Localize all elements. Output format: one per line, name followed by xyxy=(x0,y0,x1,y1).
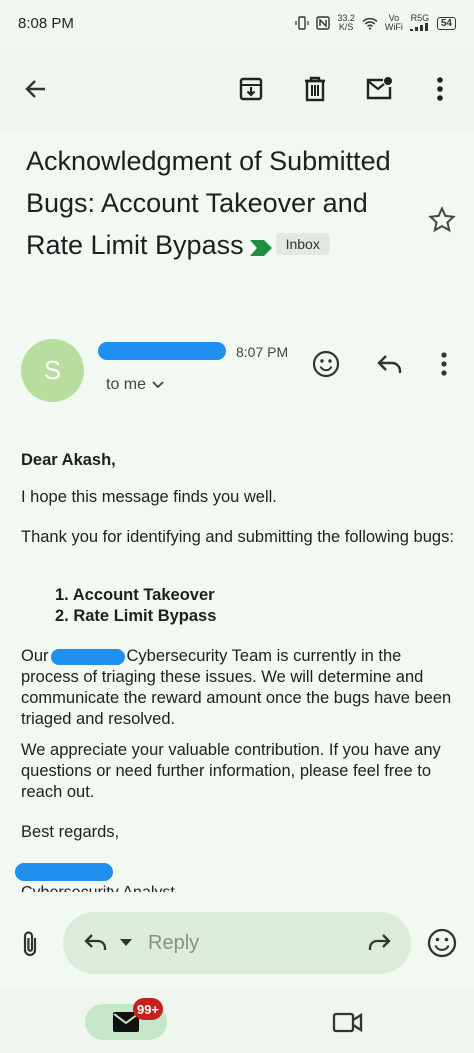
net-speed: 33.2 K/S xyxy=(337,14,355,32)
volte-bottom: WiFi xyxy=(384,22,403,32)
signal-indicator: R5G xyxy=(409,12,430,33)
reply-options-dropdown-icon[interactable] xyxy=(120,939,132,947)
delete-icon xyxy=(305,76,325,102)
reply-icon xyxy=(84,934,107,950)
add-reaction-button[interactable] xyxy=(308,346,344,382)
star-button[interactable] xyxy=(428,206,456,234)
greeting: Dear Akash, xyxy=(21,451,116,469)
archive-button[interactable] xyxy=(231,69,271,109)
status-icons: 33.2 K/S Vo WiFi R5G 54 xyxy=(295,12,456,33)
sender-name-redacted xyxy=(98,342,226,360)
volte-indicator: Vo WiFi xyxy=(385,14,403,32)
body-paragraph: We appreciate your valuable contribution… xyxy=(21,741,441,801)
reply-placeholder: Reply xyxy=(148,931,200,954)
mark-unread-button[interactable] xyxy=(359,69,399,109)
star-icon xyxy=(428,206,456,233)
signature-name-redacted xyxy=(15,863,113,881)
reply-input[interactable]: Reply xyxy=(63,912,411,974)
nfc-icon xyxy=(316,16,331,30)
more-options-button[interactable] xyxy=(420,69,460,109)
unread-count-badge: 99+ xyxy=(133,998,163,1020)
more-vert-icon xyxy=(441,352,447,376)
inbox-label-chip[interactable]: Inbox xyxy=(275,232,330,255)
list-item: 2. Rate Limit Bypass xyxy=(55,607,217,625)
forward-icon[interactable] xyxy=(366,931,392,955)
list-item: 1. Account Takeover xyxy=(55,586,215,604)
body-paragraph: Our Cybersecurity Team is currently in th… xyxy=(21,646,461,730)
status-time: 8:08 PM xyxy=(18,14,74,32)
body-paragraph: Thank you for identifying and submitting… xyxy=(21,528,454,546)
signal-label: R5G xyxy=(410,12,430,23)
sender-avatar[interactable]: S xyxy=(21,339,84,402)
message-more-button[interactable] xyxy=(426,346,462,382)
emoji-icon xyxy=(427,928,457,958)
meet-tab[interactable] xyxy=(332,1008,364,1036)
back-arrow-icon xyxy=(25,80,45,98)
bottom-navigation xyxy=(0,990,474,1053)
important-label-icon[interactable] xyxy=(249,226,272,268)
archive-icon xyxy=(239,77,263,101)
signal-icon xyxy=(409,22,428,31)
attachment-icon xyxy=(23,931,37,957)
delete-button[interactable] xyxy=(295,69,335,109)
reply-header-button[interactable] xyxy=(372,346,408,382)
emoji-icon xyxy=(312,350,340,378)
message-time: 8:07 PM xyxy=(236,344,289,360)
company-name-redacted xyxy=(50,648,125,665)
status-bar: 8:08 PM 33.2 K/S Vo WiFi R5G 54 xyxy=(0,0,474,46)
closing: Best regards, xyxy=(21,823,120,841)
email-subject: Acknowledgment of Submitted Bugs: Accoun… xyxy=(26,140,406,268)
more-vert-icon xyxy=(437,77,443,101)
body-paragraph: I hope this message finds you well. xyxy=(21,488,277,506)
paragraph-prefix: Our xyxy=(21,647,49,665)
recipient-details-toggle[interactable]: to me xyxy=(106,376,164,394)
battery-indicator: 54 xyxy=(436,16,456,30)
reply-icon xyxy=(377,355,402,373)
subject-text: Acknowledgment of Submitted Bugs: Accoun… xyxy=(26,146,391,260)
bug-list: 1. Account Takeover 2. Rate Limit Bypass xyxy=(55,585,216,627)
email-body: Dear Akash, I hope this message finds yo… xyxy=(15,450,461,892)
wifi-icon xyxy=(362,17,378,30)
video-camera-icon xyxy=(332,1012,363,1033)
chevron-down-icon xyxy=(152,381,164,389)
back-button[interactable] xyxy=(16,69,56,109)
signature-role: Cybersecurity Analyst xyxy=(21,882,175,892)
vibrate-icon xyxy=(295,16,309,30)
mark-unread-icon xyxy=(366,77,392,100)
message-toolbar xyxy=(0,46,474,132)
quick-reaction-button[interactable] xyxy=(425,926,459,960)
attach-button[interactable] xyxy=(16,929,46,959)
recipient-label: to me xyxy=(106,376,147,393)
net-speed-unit: K/S xyxy=(338,22,354,32)
